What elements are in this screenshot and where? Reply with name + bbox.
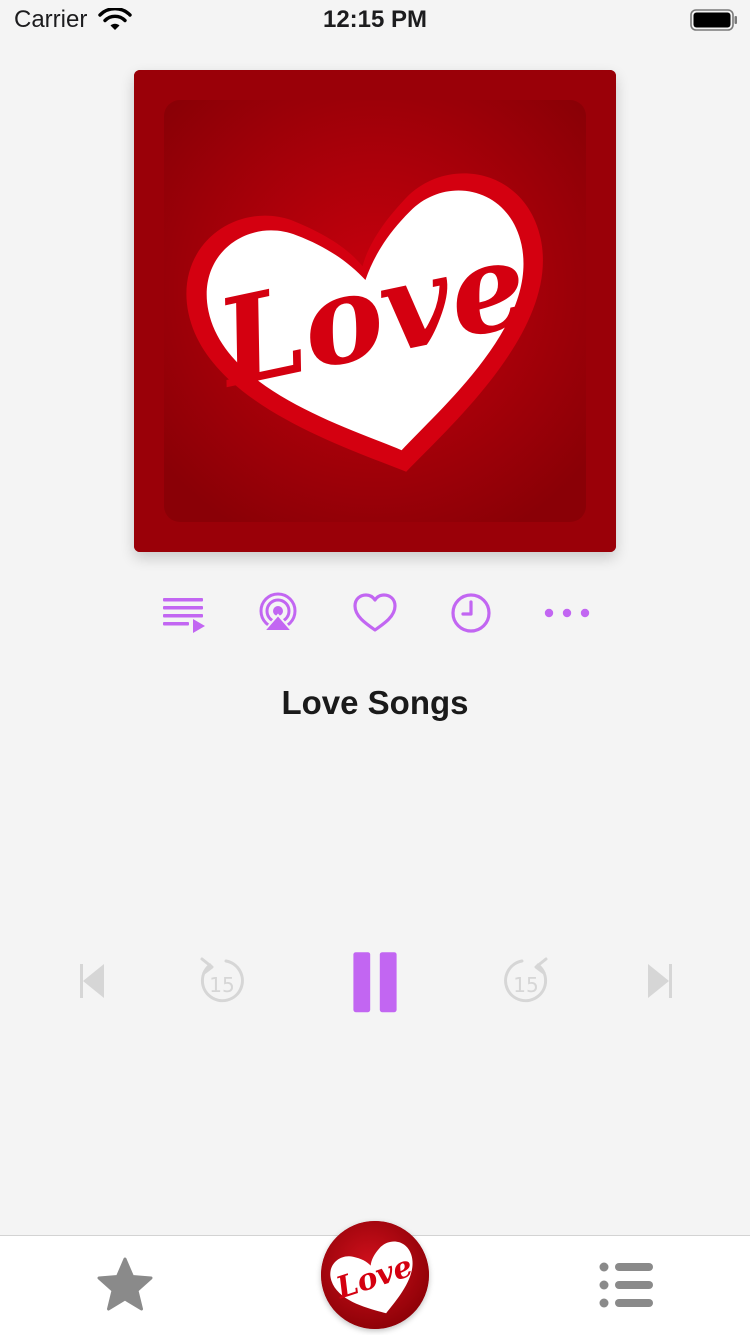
album-artwork: Love xyxy=(134,70,616,552)
battery-icon xyxy=(690,9,737,31)
station-title: Love Songs xyxy=(281,684,469,721)
home-tab-love-logo[interactable]: Love xyxy=(321,1221,429,1329)
clock: 12:15 PM xyxy=(322,6,428,33)
skip-previous-icon xyxy=(80,964,104,998)
forward-15-icon: 15 xyxy=(504,957,548,1003)
star-icon xyxy=(97,1257,153,1311)
queue-button[interactable] xyxy=(158,588,208,638)
list-icon xyxy=(599,1262,653,1308)
previous-button[interactable] xyxy=(56,945,128,1017)
rewind-15-icon: 15 xyxy=(200,957,244,1003)
pause-icon xyxy=(353,952,397,1013)
forward-15-button[interactable]: 15 xyxy=(490,945,562,1017)
player-controls: 15 15 xyxy=(0,945,750,1017)
sleep-timer-icon xyxy=(451,593,491,633)
more-icon xyxy=(544,608,590,618)
skip-next-icon xyxy=(648,964,672,998)
love-logo-icon: Love xyxy=(321,1221,429,1329)
status-bar: Carrier 12:15 PM xyxy=(0,0,750,40)
action-row xyxy=(0,588,750,638)
pause-button[interactable] xyxy=(339,945,411,1017)
list-tab[interactable] xyxy=(590,1250,660,1320)
favorite-button[interactable] xyxy=(350,588,400,638)
airplay-icon xyxy=(259,592,297,632)
sleep-timer-button[interactable] xyxy=(446,588,496,638)
next-button[interactable] xyxy=(624,945,696,1017)
queue-icon xyxy=(163,598,205,633)
more-button[interactable] xyxy=(542,588,592,638)
rewind-15-button[interactable]: 15 xyxy=(186,945,258,1017)
airplay-button[interactable] xyxy=(253,588,303,638)
favorites-tab[interactable] xyxy=(90,1250,160,1320)
rewind-seconds-label: 15 xyxy=(209,973,234,997)
forward-seconds-label: 15 xyxy=(513,973,538,997)
heart-icon xyxy=(353,593,397,632)
